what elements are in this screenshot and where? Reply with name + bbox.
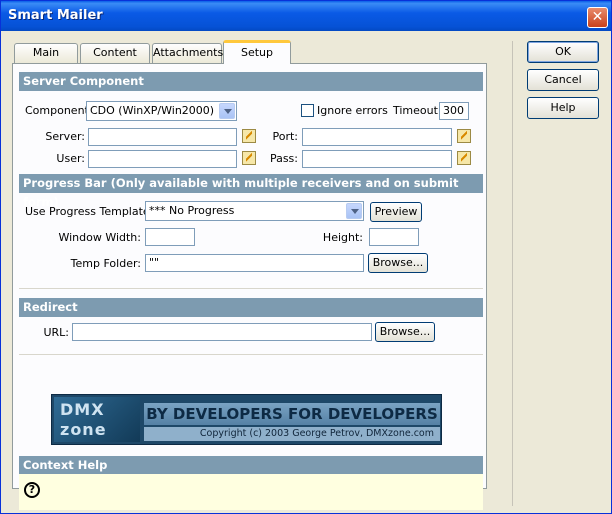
- temp-browse-button[interactable]: Browse...: [368, 253, 428, 273]
- port-input[interactable]: [302, 128, 452, 146]
- question-circle-icon[interactable]: ?: [24, 482, 40, 498]
- setup-panel: Server Component Component: CDO (WinXP/W…: [12, 63, 487, 510]
- ignore-errors-checkbox[interactable]: [301, 104, 314, 117]
- url-browse-button[interactable]: Browse...: [375, 322, 435, 342]
- window-width-input[interactable]: [145, 228, 195, 246]
- component-label: Component:: [25, 104, 93, 117]
- pass-label: Pass:: [269, 152, 298, 165]
- chevron-down-icon[interactable]: [219, 103, 235, 119]
- tab-label: Content: [93, 46, 137, 59]
- redirect-section-header: Redirect: [19, 298, 483, 317]
- url-input[interactable]: [72, 323, 372, 341]
- tab-label: Setup: [240, 46, 274, 59]
- height-input[interactable]: [369, 228, 419, 246]
- tab-main[interactable]: Main: [14, 43, 78, 63]
- vertical-separator: [512, 41, 513, 506]
- url-label: URL:: [43, 326, 69, 339]
- timeout-value: 300: [443, 104, 464, 117]
- banner-headline: BY DEVELOPERS FOR DEVELOPERS: [144, 403, 440, 425]
- ignore-errors-label: Ignore errors: [317, 104, 388, 117]
- tab-content[interactable]: Content: [80, 43, 150, 63]
- tab-label: Attachments: [153, 46, 224, 59]
- progress-template-select[interactable]: *** No Progress: [145, 201, 364, 221]
- timeout-input[interactable]: 300: [439, 102, 469, 120]
- dmxzone-logo: DMX zone: [54, 397, 140, 442]
- height-label: Height:: [322, 231, 363, 244]
- chevron-down-icon[interactable]: [346, 203, 362, 219]
- ok-button[interactable]: OK: [527, 41, 599, 63]
- progress-section-header: Progress Bar (Only available with multip…: [19, 174, 483, 209]
- dialog-client: Main Content Attachments Setup Server Co…: [4, 31, 608, 511]
- window-title: Smart Mailer: [8, 8, 103, 23]
- help-button[interactable]: Help: [527, 97, 599, 119]
- context-help-header: Context Help: [19, 456, 483, 475]
- timeout-label: Timeout:: [393, 104, 442, 117]
- context-help-area: ?: [19, 474, 483, 510]
- temp-folder-value: "": [149, 256, 160, 269]
- server-input[interactable]: [88, 128, 237, 146]
- user-input[interactable]: [88, 150, 237, 168]
- cancel-button[interactable]: Cancel: [527, 69, 599, 91]
- lightning-bolt-icon[interactable]: [457, 151, 471, 165]
- server-section-header: Server Component: [19, 72, 483, 91]
- lightning-bolt-icon[interactable]: [457, 129, 471, 143]
- section-divider: [19, 354, 483, 355]
- tab-attachments[interactable]: Attachments: [152, 43, 224, 63]
- preview-button[interactable]: Preview: [370, 202, 422, 222]
- tab-label: Main: [32, 46, 60, 59]
- banner-copyright: Copyright (c) 2003 George Petrov, DMXzon…: [144, 427, 440, 441]
- temp-folder-input[interactable]: "": [145, 254, 364, 272]
- pass-input[interactable]: [302, 150, 452, 168]
- dialog-window: Smart Mailer ✕ Main Content Attachments …: [0, 0, 612, 514]
- dmxzone-banner: DMX zone BY DEVELOPERS FOR DEVELOPERS Co…: [51, 394, 442, 445]
- user-label: User:: [56, 152, 85, 165]
- server-label: Server:: [45, 130, 85, 143]
- tab-setup[interactable]: Setup: [223, 40, 291, 64]
- window-width-label: Window Width:: [58, 231, 141, 244]
- template-value: *** No Progress: [149, 204, 235, 217]
- close-icon[interactable]: ✕: [587, 7, 608, 28]
- temp-folder-label: Temp Folder:: [70, 257, 141, 270]
- template-label: Use Progress Template:: [25, 205, 154, 218]
- title-bar[interactable]: Smart Mailer ✕: [1, 1, 611, 31]
- component-select[interactable]: CDO (WinXP/Win2000): [86, 101, 237, 121]
- section-divider: [19, 288, 483, 289]
- component-value: CDO (WinXP/Win2000): [90, 104, 215, 117]
- port-label: Port:: [272, 130, 298, 143]
